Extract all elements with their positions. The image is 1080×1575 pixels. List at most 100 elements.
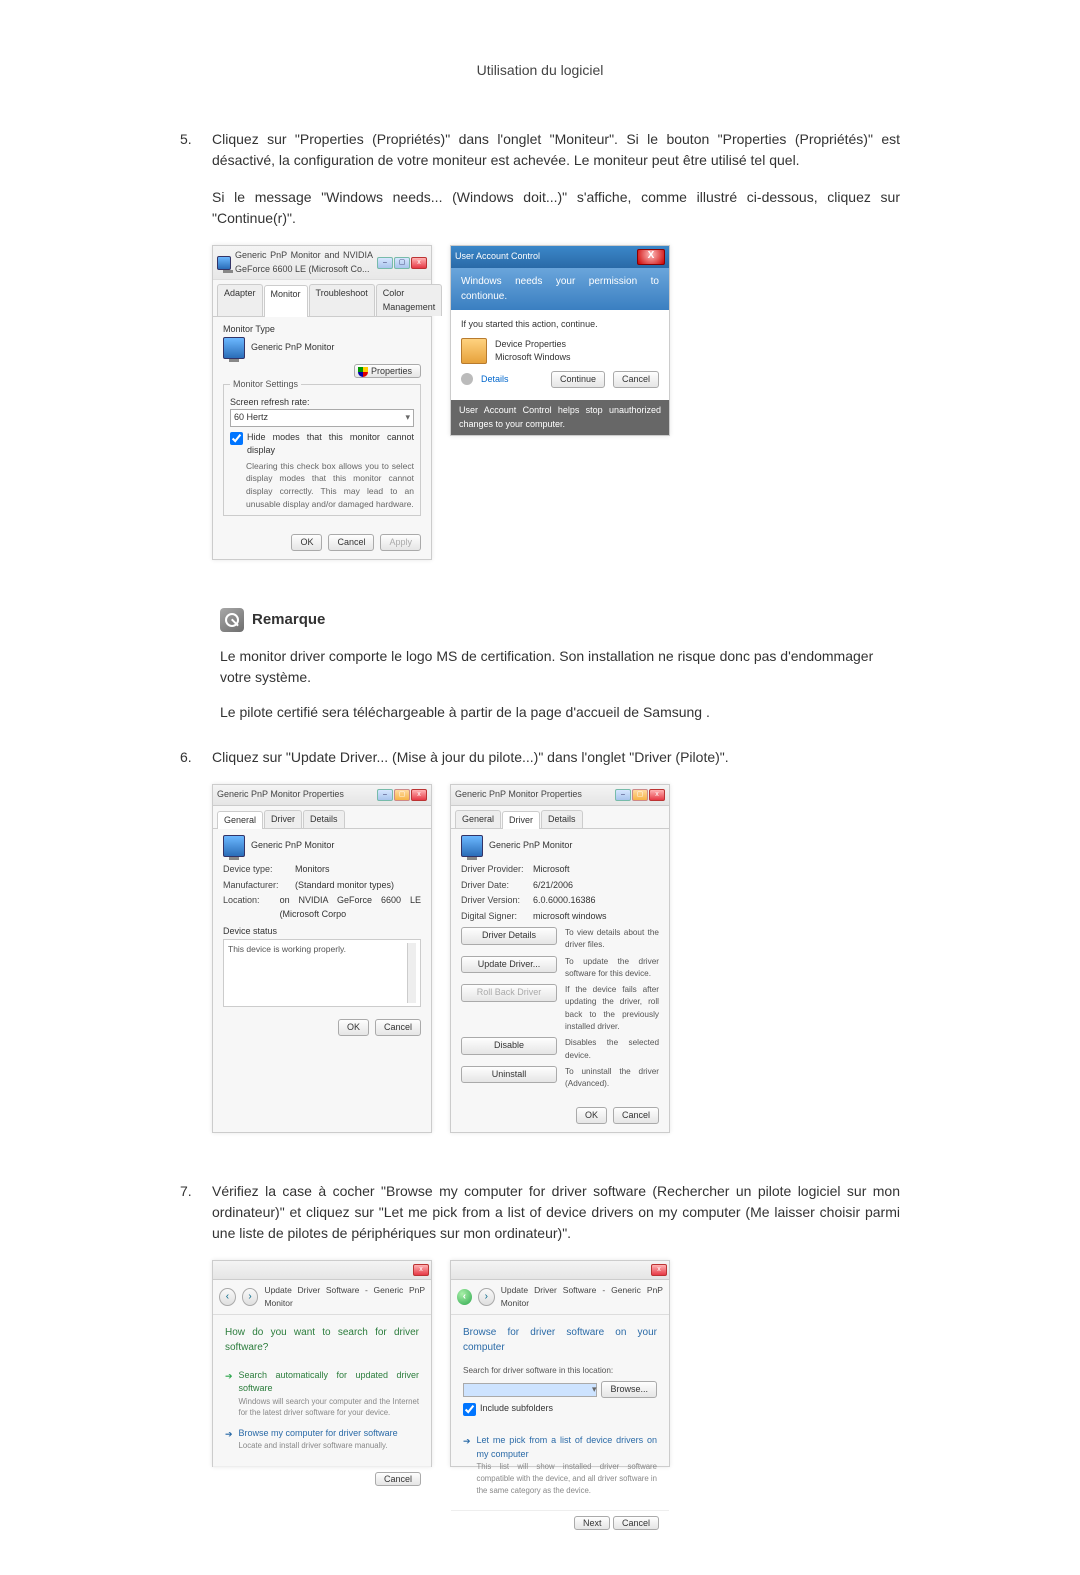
minimize-button[interactable]: – [377, 789, 393, 801]
maximize-button[interactable]: ▢ [632, 789, 648, 801]
hide-modes-label: Hide modes that this monitor cannot disp… [247, 431, 414, 458]
search-auto-desc: Windows will search your computer and th… [239, 1396, 419, 1419]
tab-driver[interactable]: Driver [502, 811, 540, 830]
note-text-2: Le pilote certifié sera téléchargeable à… [220, 702, 900, 723]
refresh-rate-select[interactable]: 60 Hertz ▾ [230, 409, 414, 427]
roll-back-driver-button[interactable]: Roll Back Driver [461, 984, 557, 1002]
wizard-heading: Browse for driver software on your compu… [463, 1325, 657, 1355]
continue-button[interactable]: Continue [551, 371, 605, 389]
browse-computer-option[interactable]: ➔ Browse my computer for driver software… [225, 1423, 419, 1456]
digital-signer-label: Digital Signer: [461, 910, 527, 924]
close-button[interactable]: x [649, 789, 665, 801]
close-button[interactable]: x [411, 257, 427, 269]
device-name: Generic PnP Monitor [251, 839, 334, 853]
let-me-pick-option[interactable]: ➔ Let me pick from a list of device driv… [463, 1430, 657, 1500]
digital-signer-value: microsoft windows [533, 910, 607, 924]
cancel-button[interactable]: Cancel [613, 1516, 659, 1530]
uac-banner: Windows needs your permission to contion… [451, 268, 669, 310]
forward-button[interactable]: › [478, 1288, 495, 1306]
note-text-1: Le monitor driver comporte le logo MS de… [220, 646, 900, 688]
let-me-pick-desc: This list will show installed driver sof… [477, 1461, 657, 1496]
tab-details[interactable]: Details [303, 810, 345, 829]
ok-button[interactable]: OK [338, 1019, 369, 1037]
maximize-button[interactable]: ▢ [394, 789, 410, 801]
uac-publisher: Microsoft Windows [495, 351, 571, 365]
disable-button[interactable]: Disable [461, 1037, 557, 1055]
device-name: Generic PnP Monitor [489, 839, 572, 853]
browse-button[interactable]: Browse... [601, 1381, 657, 1399]
back-button[interactable]: ‹ [457, 1289, 472, 1305]
cancel-button[interactable]: Cancel [328, 534, 374, 552]
page-header: Utilisation du logiciel [180, 60, 900, 81]
wizard-question: How do you want to search for driver sof… [225, 1325, 419, 1355]
tab-general[interactable]: General [217, 811, 263, 830]
tab-monitor[interactable]: Monitor [264, 285, 308, 317]
monitor-type-group-label: Monitor Type [223, 323, 421, 337]
close-button[interactable]: x [413, 1264, 429, 1276]
location-input[interactable]: ▾ [463, 1383, 597, 1397]
properties-button[interactable]: Properties [354, 364, 421, 378]
search-auto-option[interactable]: ➔ Search automatically for updated drive… [225, 1365, 419, 1423]
device-type-value: Monitors [295, 863, 330, 877]
tab-details[interactable]: Details [541, 810, 583, 829]
uac-details-link[interactable]: Details [481, 373, 509, 387]
monitor-icon [223, 835, 245, 857]
scrollbar[interactable] [407, 943, 416, 1003]
hide-modes-checkbox[interactable] [230, 432, 243, 445]
monitor-icon [217, 256, 231, 270]
close-button[interactable]: x [651, 1264, 667, 1276]
monitor-icon [223, 337, 245, 359]
uninstall-desc: To uninstall the driver (Advanced). [565, 1066, 659, 1091]
uac-program-name: Device Properties [495, 338, 571, 352]
browse-computer-desc: Locate and install driver software manua… [239, 1440, 398, 1452]
device-status-group-label: Device status [223, 925, 421, 939]
tab-driver[interactable]: Driver [264, 810, 302, 829]
minimize-button[interactable]: – [377, 257, 393, 269]
step-7-number: 7. [180, 1181, 212, 1495]
update-driver-search-dialog: x ‹ › Update Driver Software - Generic P… [212, 1260, 432, 1467]
step-6-number: 6. [180, 747, 212, 1161]
manufacturer-value: (Standard monitor types) [295, 879, 394, 893]
cancel-button[interactable]: Cancel [613, 371, 659, 389]
arrow-icon: ➔ [463, 1435, 471, 1449]
close-button[interactable]: x [411, 789, 427, 801]
step-6-text: Cliquez sur "Update Driver... (Mise à jo… [212, 747, 900, 768]
include-subfolders-checkbox[interactable] [463, 1403, 476, 1416]
step-5-text-1: Cliquez sur "Properties (Propriétés)" da… [212, 129, 900, 171]
include-subfolders-label: Include subfolders [480, 1402, 553, 1416]
device-status-text: This device is working properly. [228, 943, 346, 1003]
cancel-button[interactable]: Cancel [375, 1019, 421, 1037]
search-auto-title: Search automatically for updated driver … [239, 1369, 419, 1396]
minimize-button[interactable]: – [615, 789, 631, 801]
uninstall-button[interactable]: Uninstall [461, 1066, 557, 1084]
refresh-rate-value: 60 Hertz [234, 411, 268, 425]
close-button[interactable]: X [637, 249, 665, 265]
update-driver-browse-dialog: x ‹ › Update Driver Software - Generic P… [450, 1260, 670, 1467]
roll-back-driver-desc: If the device fails after updating the d… [565, 984, 659, 1033]
cancel-button[interactable]: Cancel [375, 1472, 421, 1486]
driver-version-label: Driver Version: [461, 894, 527, 908]
location-value: on NVIDIA GeForce 6600 LE (Microsoft Cor… [280, 894, 421, 921]
driver-provider-value: Microsoft [533, 863, 570, 877]
back-button[interactable]: ‹ [219, 1288, 236, 1306]
driver-details-button[interactable]: Driver Details [461, 927, 557, 945]
ok-button[interactable]: OK [291, 534, 322, 552]
driver-provider-label: Driver Provider: [461, 863, 527, 877]
uac-subtext: If you started this action, continue. [461, 318, 659, 332]
browse-computer-title: Browse my computer for driver software [239, 1427, 398, 1441]
arrow-icon: ➔ [225, 1428, 233, 1442]
monitor-properties-dialog: Generic PnP Monitor and NVIDIA GeForce 6… [212, 245, 432, 560]
cancel-button[interactable]: Cancel [613, 1107, 659, 1125]
apply-button[interactable]: Apply [380, 534, 421, 552]
tab-adapter[interactable]: Adapter [217, 284, 263, 316]
tab-troubleshoot[interactable]: Troubleshoot [309, 284, 375, 316]
next-button[interactable]: Next [574, 1516, 611, 1530]
driver-date-label: Driver Date: [461, 879, 527, 893]
tab-general[interactable]: General [455, 810, 501, 829]
update-driver-button[interactable]: Update Driver... [461, 956, 557, 974]
tab-color-management[interactable]: Color Management [376, 284, 443, 316]
ok-button[interactable]: OK [576, 1107, 607, 1125]
monitor-icon [461, 835, 483, 857]
maximize-button[interactable]: ▢ [394, 257, 410, 269]
forward-button[interactable]: › [242, 1288, 259, 1306]
